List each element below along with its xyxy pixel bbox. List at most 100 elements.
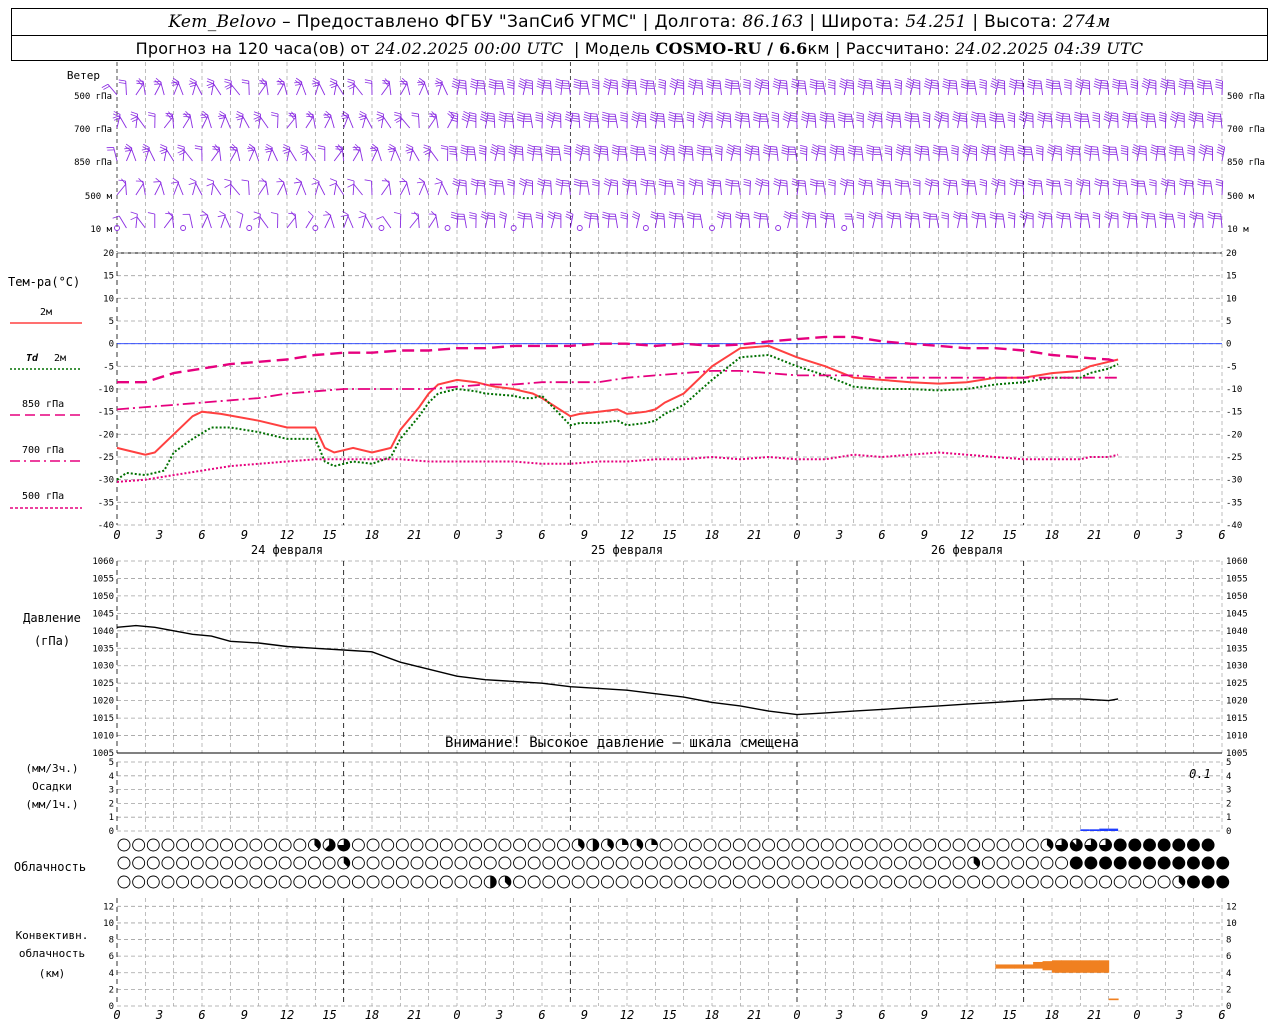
wind-barb-feather bbox=[952, 118, 959, 123]
wind-barb-feather bbox=[449, 148, 457, 150]
cloud-cover-circle bbox=[425, 856, 439, 870]
wind-barb-feather bbox=[236, 111, 244, 115]
wind-barb-feather bbox=[1072, 153, 1080, 155]
cloud-cover-circle bbox=[718, 838, 732, 852]
wind-barb-feather bbox=[1090, 148, 1098, 151]
wind-barb-feather bbox=[1019, 115, 1026, 120]
wind-barb-feather bbox=[548, 111, 555, 115]
wind-barb-feather bbox=[628, 179, 636, 182]
wind-barb-feather bbox=[661, 144, 668, 148]
wind-barb bbox=[429, 149, 439, 162]
wind-barb-feather bbox=[707, 180, 714, 185]
convective-panel: 12 1210 108 86 64 42 20 0 0 3 6 9 12 15 18 21 0 3 6 9 12 15 1… bbox=[16, 898, 1237, 1022]
wind-barb-feather bbox=[1082, 179, 1090, 182]
wind-barb-feather bbox=[118, 82, 126, 84]
wind-barb-feather bbox=[1197, 83, 1205, 87]
wind-barb-feather bbox=[874, 212, 882, 215]
wind-barb-feather bbox=[979, 181, 987, 184]
wind-barb-feather bbox=[458, 79, 466, 82]
wind-barb-feather bbox=[953, 111, 961, 115]
wind-barb bbox=[347, 114, 354, 129]
wind-barb bbox=[550, 180, 552, 196]
wind-barb bbox=[154, 182, 162, 196]
wind-barb bbox=[173, 181, 180, 196]
wind-barb-feather bbox=[480, 216, 488, 220]
wind-barb-feather bbox=[435, 177, 443, 182]
y-tick-label-left: 1050 bbox=[92, 592, 114, 602]
cloud-cover-circle bbox=[1055, 856, 1069, 870]
wind-barb-feather bbox=[212, 148, 220, 151]
y-tick-label-left: 20 bbox=[103, 249, 114, 259]
wind-barb-feather bbox=[846, 179, 854, 182]
wind-barb-feather bbox=[904, 213, 912, 217]
cloud-cover-circle bbox=[176, 875, 190, 889]
wind-barb-feather bbox=[753, 211, 761, 215]
wind-barb-feather bbox=[1009, 183, 1017, 187]
wind-barb bbox=[201, 215, 209, 229]
wind-barb-feather bbox=[798, 82, 806, 85]
wind-barb-feather bbox=[753, 116, 761, 120]
wind-barb-feather bbox=[469, 217, 477, 220]
wind-barb-feather bbox=[1037, 118, 1044, 123]
cloud-cover-circle bbox=[351, 875, 365, 889]
cloud-cover-circle bbox=[439, 875, 453, 889]
y-tick-label-left: 1010 bbox=[92, 732, 114, 742]
wind-barb bbox=[343, 214, 349, 229]
wind-barb-feather bbox=[1026, 217, 1034, 220]
wind-barb-feather bbox=[1198, 151, 1205, 156]
cloud-cover-circle bbox=[190, 838, 204, 852]
wind-barb-feather bbox=[536, 83, 544, 87]
wind-barb-feather bbox=[676, 81, 684, 84]
cloud-cover-circle bbox=[1201, 856, 1215, 870]
wind-barb bbox=[822, 81, 826, 96]
wind-barb-feather bbox=[694, 82, 703, 84]
wind-barb-feather bbox=[864, 182, 872, 184]
wind-barb bbox=[318, 182, 326, 196]
cloud-cover-circle bbox=[864, 856, 878, 870]
wind-barb-feather bbox=[490, 148, 498, 153]
wind-barb-feather bbox=[612, 144, 620, 148]
wind-barb-feather bbox=[999, 146, 1007, 151]
cloud-cover-circle bbox=[264, 856, 277, 870]
wind-barb-feather bbox=[809, 183, 817, 187]
wind-barb bbox=[879, 147, 883, 162]
wind-barb-feather bbox=[488, 81, 496, 84]
wind-barb-feather bbox=[650, 216, 658, 220]
wind-barb-feather bbox=[639, 86, 647, 89]
wind-barb-feather bbox=[1120, 150, 1128, 153]
wind-barb-feather bbox=[1044, 215, 1052, 217]
cloud-cover-circle bbox=[630, 856, 644, 870]
wind-barb-feather bbox=[554, 85, 562, 89]
wind-barb-feather bbox=[971, 111, 979, 115]
cloud-cover-circle bbox=[791, 875, 805, 889]
wind-barb-feather bbox=[969, 147, 977, 150]
wind-barb-feather bbox=[600, 148, 608, 150]
wind-barb-feather bbox=[470, 83, 478, 87]
wind-barb-feather bbox=[545, 144, 553, 148]
wind-barb-feather bbox=[622, 180, 630, 185]
cloud-cover-circle bbox=[996, 838, 1010, 852]
wind-barb-feather bbox=[1008, 85, 1016, 90]
cloud-cover-circle bbox=[278, 838, 292, 852]
wind-barb-feather bbox=[130, 211, 138, 215]
wind-barb-feather bbox=[756, 178, 763, 182]
wind-barb-feather bbox=[476, 79, 484, 82]
wind-barb-feather bbox=[818, 150, 826, 153]
wind-barb-feather bbox=[630, 152, 638, 155]
y-tick-label-left: -40 bbox=[98, 521, 114, 531]
wind-barb-feather bbox=[1074, 214, 1082, 217]
wind-barb-feather bbox=[101, 83, 109, 88]
cloud-cover-circle bbox=[908, 838, 922, 852]
wind-barb-feather bbox=[358, 215, 366, 219]
wind-barb-feather bbox=[1178, 83, 1186, 87]
wind-barb-feather bbox=[733, 147, 741, 150]
cloud-cover-circle bbox=[1025, 875, 1039, 889]
wind-level-label: 500 гПа bbox=[74, 92, 112, 102]
wind-barb-feather bbox=[1094, 183, 1101, 187]
wind-barb bbox=[258, 183, 267, 196]
wind-barb-feather bbox=[949, 82, 957, 84]
wind-barb-feather bbox=[848, 146, 856, 150]
cloud-cover-circle bbox=[557, 856, 570, 870]
wind-barb-feather bbox=[1015, 82, 1023, 84]
wind-barb bbox=[125, 181, 127, 196]
